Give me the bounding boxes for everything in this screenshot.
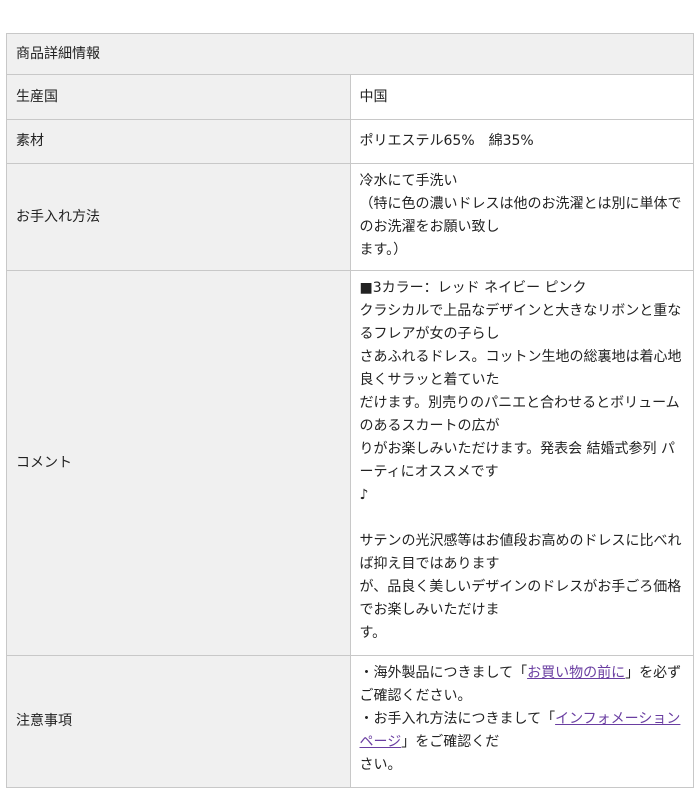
note-line: さい。 — [359, 757, 402, 773]
table-row: お手入れ方法 冷水にて手洗い （特に色の濃いドレスは他のお洗濯とは別に単体でのお… — [7, 163, 693, 271]
note-line: ・海外製品につきまして「お買い物の前に」を必ずご確認ください。 — [360, 662, 686, 708]
care-label: お手入れ方法 — [7, 163, 351, 271]
note-line: ・お手入れ方法につきまして「インフォメーションページ」をご確認くだ — [360, 708, 686, 754]
country-label: 生産国 — [7, 74, 351, 120]
notes-value: ・海外製品につきまして「お買い物の前に」を必ずご確認ください。 ・お手入れ方法に… — [349, 655, 693, 787]
table-header-row: 商品詳細情報 — [7, 34, 693, 75]
product-detail-table: 商品詳細情報 生産国 中国 素材 ポリエステル65% 綿35% お手入れ方法 冷… — [6, 33, 694, 788]
comment-line: だけます。別売りのパニエと合わせるとボリュームのあるスカートの広が — [359, 395, 680, 434]
comment-value: ■3カラー：レッド ネイビー ピンク クラシカルで上品なデザインと大きなリボンと… — [349, 270, 693, 656]
care-line: 冷水にて手洗い — [359, 173, 458, 189]
care-line: （特に色の濃いドレスは他のお洗濯とは別に単体でのお洗濯をお願い致し — [359, 196, 682, 235]
care-value: 冷水にて手洗い （特に色の濃いドレスは他のお洗濯とは別に単体でのお洗濯をお願い致… — [349, 163, 693, 271]
comment-line: クラシカルで上品なデザインと大きなリボンと重なるフレアが女の子らし — [359, 303, 682, 342]
note-text: ・お手入れ方法につきまして「 — [359, 711, 556, 727]
table-row: 素材 ポリエステル65% 綿35% — [7, 119, 693, 164]
table-row: 注意事項 ・海外製品につきまして「お買い物の前に」を必ずご確認ください。 ・お手… — [7, 655, 693, 787]
note-text: 」をご確認くだ — [401, 734, 500, 750]
table-title: 商品詳細情報 — [7, 34, 693, 75]
comment-line: サテンの光沢感等はお値段お高めのドレスに比べれば抑え目ではあります — [359, 533, 682, 572]
table-row: 生産国 中国 — [7, 74, 693, 120]
material-label: 素材 — [7, 119, 351, 164]
before-shopping-link[interactable]: お買い物の前に — [527, 665, 625, 681]
table-row: コメント ■3カラー：レッド ネイビー ピンク クラシカルで上品なデザインと大き… — [7, 270, 693, 656]
country-value: 中国 — [349, 74, 693, 120]
comment-line: りがお楽しみいただけます。発表会 結婚式参列 パーティにオススメです — [359, 441, 676, 480]
comment-line: ■3カラー：レッド ネイビー ピンク — [359, 280, 587, 296]
comment-line: が、品良く美しいデザインのドレスがお手ごろ価格でお楽しみいただけま — [359, 579, 682, 618]
comment-label: コメント — [7, 270, 351, 656]
comment-line: す。 — [359, 625, 387, 641]
care-line: ます。） — [359, 242, 408, 258]
notes-label: 注意事項 — [7, 655, 351, 787]
comment-line: さあふれるドレス。コットン生地の総裏地は着心地良くサラッと着ていた — [359, 349, 682, 388]
comment-line: ♪ — [359, 487, 369, 503]
note-text: ・海外製品につきまして「 — [359, 665, 528, 681]
material-value: ポリエステル65% 綿35% — [349, 119, 693, 164]
